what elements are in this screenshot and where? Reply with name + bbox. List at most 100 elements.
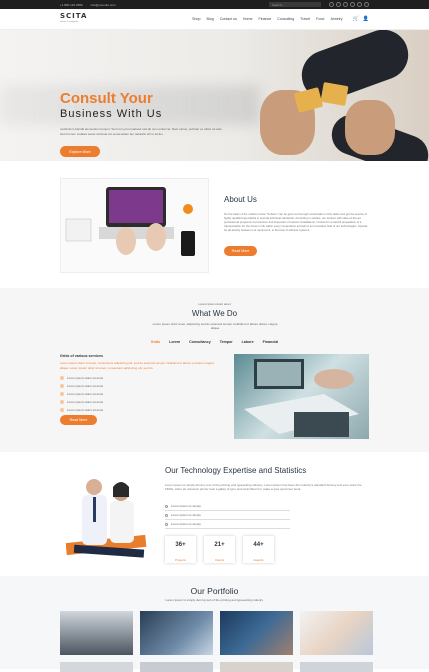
bullet-icon (60, 384, 64, 388)
youtube-icon[interactable] (357, 2, 362, 7)
nav-item-blog[interactable]: Blog (207, 17, 214, 21)
list-item: Lorem ipsum dolor sit amet (60, 390, 220, 398)
skill-bar: Lorem Ipsum is simply (165, 511, 290, 520)
nav-item-consulting[interactable]: Consulting (277, 17, 294, 21)
section-pretitle: Lorem ipsum dolor amet (198, 302, 231, 306)
tech-stats-section: Our Technology Expertise and Statistics … (0, 452, 429, 576)
stat-value: 21+ (214, 542, 225, 548)
list-item-label: Lorem ipsum dolor sit amet (67, 400, 104, 404)
portfolio-item[interactable] (220, 611, 293, 655)
service-tabs: Grids Lorem Consultancy Tempor Labore Fi… (0, 340, 429, 344)
tab-lorem[interactable]: Lorem (169, 340, 180, 344)
portfolio-item[interactable] (300, 662, 373, 672)
portfolio-item[interactable] (60, 662, 133, 672)
service-list: Grids of various services Lorem ipsum do… (60, 354, 220, 414)
linkedin-icon[interactable] (350, 2, 355, 7)
tab-financial[interactable]: Financial (263, 340, 279, 344)
section-title: What We Do (191, 309, 238, 318)
portfolio-grid-row2 (60, 662, 373, 672)
hero-banner: Consult Your Business With Us vestibulum… (0, 30, 429, 161)
bullet-icon (60, 376, 64, 380)
list-item-label: Lorem ipsum dolor sit amet (67, 384, 104, 388)
what-we-do-section: Lorem ipsum dolor amet What We Do Lorem … (0, 288, 429, 452)
list-item-label: Lorem ipsum dolor sit amet (67, 392, 104, 396)
bullet-icon (60, 392, 64, 396)
skill-label: Lorem Ipsum is simply (171, 522, 201, 526)
list-item-label: Lorem ipsum dolor sit amet (67, 376, 104, 380)
portfolio-section: Our Portfolio Lorem Ipsum is simply dumm… (0, 576, 429, 672)
hero-hand-right (345, 100, 395, 155)
skill-bar: Lorem Ipsum is simply (165, 502, 290, 511)
search-input[interactable]: Search... (269, 2, 321, 7)
stat-label: Awards (253, 558, 264, 562)
skill-bar: Lorem Ipsum is simply (165, 520, 290, 529)
about-title: About Us (224, 195, 257, 204)
section-subtitle: Lorem ipsum dolor amet, adipiscing sed d… (152, 322, 278, 330)
portfolio-item[interactable] (300, 611, 373, 655)
explore-more-button[interactable]: Explore More (60, 146, 100, 157)
portfolio-item[interactable] (140, 611, 213, 655)
twitter-icon[interactable] (336, 2, 341, 7)
nav-item-finance[interactable]: Finance (259, 17, 272, 21)
skill-label: Lorem Ipsum is simply (171, 513, 201, 517)
social-links (329, 2, 369, 7)
nav-item-travel[interactable]: Travel (300, 17, 310, 21)
nav-item-jewelry[interactable]: Jewelry (330, 17, 342, 21)
nav-item-food[interactable]: Food (316, 17, 324, 21)
list-text: Lorem ipsum dolor sit amet, consectetur … (60, 361, 214, 370)
puzzle-piece-icon (320, 81, 349, 107)
site-logo[interactable]: SCITA theme & template (60, 13, 87, 25)
nav-menu: Shop Blog Contact us Home Finance Consul… (192, 17, 342, 21)
user-icon[interactable]: 👤 (363, 16, 369, 22)
stat-awards: 44+ Awards (243, 536, 274, 563)
cart-icon[interactable]: 🛒 (353, 16, 359, 22)
list-title: Grids of various services (60, 354, 103, 358)
phone-text: +1 800 123 4589 (60, 2, 83, 7)
hero-subtitle: Business With Us (60, 108, 163, 120)
list-item-label: Lorem ipsum dolor sit amet (67, 408, 104, 412)
tab-grids[interactable]: Grids (151, 340, 160, 344)
about-read-more-button[interactable]: Read More (224, 246, 257, 256)
email-text: info@yoursite.com (90, 2, 116, 7)
hero-text: vestibulum blandit elementum tempor. Sun… (60, 127, 222, 136)
about-image (60, 178, 209, 273)
portfolio-item[interactable] (140, 662, 213, 672)
about-text: On the basis of the market review "Scita… (224, 212, 368, 232)
stats-row: 36+ Projects 21+ Clients 44+ Awards (165, 536, 274, 563)
nav-item-contact[interactable]: Contact us (220, 17, 237, 21)
nav-item-shop[interactable]: Shop (192, 17, 200, 21)
circle-icon (165, 504, 168, 508)
portfolio-item[interactable] (60, 611, 133, 655)
skill-label: Lorem Ipsum is simply (171, 504, 201, 508)
list-item: Lorem ipsum dolor sit amet (60, 406, 220, 414)
portfolio-grid (60, 611, 373, 655)
circle-icon (165, 522, 168, 526)
tab-labore[interactable]: Labore (242, 340, 254, 344)
bullet-icon (60, 408, 64, 412)
stat-label: Clients (214, 558, 225, 562)
hero-title: Consult Your (60, 90, 153, 107)
skill-bars: Lorem Ipsum is simply Lorem Ipsum is sim… (165, 502, 290, 529)
stat-value: 36+ (175, 542, 186, 548)
stat-projects: 36+ Projects (165, 536, 196, 563)
facebook-icon[interactable] (329, 2, 334, 7)
nav-item-home[interactable]: Home (243, 17, 253, 21)
tech-text: Lorem Ipsum is simply dummy text of the … (165, 483, 362, 491)
portfolio-text: Lorem Ipsum is simply dummy text of the … (165, 598, 264, 602)
tab-tempor[interactable]: Tempor (220, 340, 233, 344)
list-item: Lorem ipsum dolor sit amet (60, 382, 220, 390)
service-read-more-button[interactable]: Read More (60, 415, 97, 425)
service-image (234, 354, 369, 439)
pinterest-icon[interactable] (364, 2, 369, 7)
list-item: Lorem ipsum dolor sit amet (60, 374, 220, 382)
team-image (65, 467, 151, 567)
portfolio-title: Our Portfolio (190, 586, 239, 596)
stat-clients: 21+ Clients (204, 536, 235, 563)
tab-consultancy[interactable]: Consultancy (189, 340, 211, 344)
bullet-icon (60, 400, 64, 404)
instagram-icon[interactable] (343, 2, 348, 7)
portfolio-item[interactable] (220, 662, 293, 672)
about-section: About Us On the basis of the market revi… (60, 178, 369, 278)
main-navbar: SCITA theme & template Shop Blog Contact… (0, 9, 429, 30)
nav-icons: 🛒 👤 (353, 16, 369, 22)
